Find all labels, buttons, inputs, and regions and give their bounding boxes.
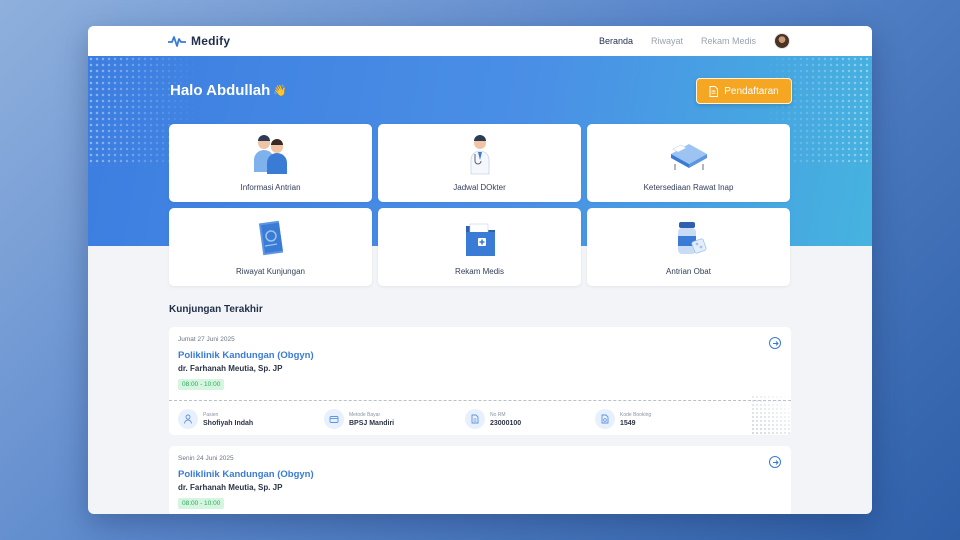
tile-antrian-obat[interactable]: Antrian Obat — [587, 208, 790, 286]
meta-value: BPSJ Mandiri — [349, 419, 395, 427]
document-icon — [709, 85, 719, 97]
meta-value: 1549 — [620, 419, 636, 427]
medicine-icon — [677, 222, 707, 254]
tile-riwayat-kunjungan[interactable]: Riwayat Kunjungan — [169, 208, 372, 286]
wallet-icon — [324, 409, 344, 429]
document-scroll-icon — [258, 220, 283, 256]
meta-value: Shofiyah Indah — [203, 419, 254, 427]
tile-ketersediaan-rawat-inap[interactable]: Ketersediaan Rawat Inap — [587, 124, 790, 202]
brand-name: Medify — [191, 34, 231, 48]
card-dot-pattern — [751, 395, 791, 435]
waving-hand-icon: 👋 — [273, 85, 287, 97]
tile-rekam-medis[interactable]: Rekam Medis — [378, 208, 581, 286]
tile-label: Ketersediaan Rawat Inap — [643, 183, 734, 192]
tile-label: Riwayat Kunjungan — [236, 267, 305, 276]
file-icon — [465, 409, 485, 429]
hospital-bed-icon — [670, 144, 707, 170]
tile-label: Jadwal DOkter — [453, 183, 506, 192]
pulse-logo-icon — [168, 36, 186, 47]
user-icon — [178, 409, 198, 429]
section-title-kunjungan: Kunjungan Terakhir — [169, 304, 263, 315]
menu-tiles: Informasi Antrian Jadwal DOkter Ketersed… — [169, 124, 791, 286]
visit-doctor: dr. Farhanah Meutia, Sp. JP — [178, 483, 283, 492]
meta-label: Pasien — [203, 411, 219, 418]
user-avatar[interactable] — [774, 33, 790, 49]
people-icon — [253, 135, 287, 174]
main-nav: Beranda Riwayat Rekam Medis — [599, 33, 790, 49]
tile-label: Antrian Obat — [666, 267, 711, 276]
card-divider — [169, 400, 791, 401]
meta-label: Metode Bayar — [349, 411, 381, 418]
nav-item-beranda[interactable]: Beranda — [599, 36, 633, 46]
arrow-right-icon[interactable] — [769, 337, 781, 349]
tile-label: Informasi Antrian — [240, 183, 301, 192]
tile-informasi-antrian[interactable]: Informasi Antrian — [169, 124, 372, 202]
visit-time-badge: 08:00 - 10:00 — [178, 379, 225, 390]
top-navbar: Medify Beranda Riwayat Rekam Medis — [88, 26, 872, 56]
medical-folder-icon — [465, 223, 495, 256]
detail-patient: Pasien Shofiyah Indah — [178, 409, 324, 429]
visit-details: Pasien Shofiyah Indah Metode Bayar BPSJ … — [178, 409, 782, 429]
nav-item-rekam-medis[interactable]: Rekam Medis — [701, 36, 756, 46]
visit-clinic: Poliklinik Kandungan (Obgyn) — [178, 469, 314, 480]
app-window: Medify Beranda Riwayat Rekam Medis Halo … — [88, 26, 872, 514]
meta-value: 23000100 — [490, 419, 522, 427]
visit-date: Senin 24 Juni 2025 — [178, 455, 234, 462]
pendaftaran-label: Pendaftaran — [724, 85, 779, 97]
nav-item-riwayat[interactable]: Riwayat — [651, 36, 683, 46]
brand-logo[interactable]: Medify — [168, 34, 230, 48]
visit-date: Jumat 27 Juni 2025 — [178, 336, 235, 343]
visit-card[interactable]: Jumat 27 Juni 2025 Poliklinik Kandungan … — [169, 327, 791, 435]
greeting-heading: Halo Abdullah 👋 — [170, 82, 287, 99]
arrow-right-icon[interactable] — [769, 456, 781, 468]
visit-time-badge: 08:00 - 10:00 — [178, 498, 225, 509]
detail-booking: Kode Booking 1549 — [595, 409, 651, 429]
greeting-text: Halo Abdullah — [170, 82, 271, 99]
meta-label: Kode Booking — [620, 411, 652, 418]
visit-clinic: Poliklinik Kandungan (Obgyn) — [178, 350, 314, 361]
visit-card[interactable]: Senin 24 Juni 2025 Poliklinik Kandungan … — [169, 446, 791, 514]
doctor-icon — [470, 135, 489, 175]
visit-doctor: dr. Farhanah Meutia, Sp. JP — [178, 364, 283, 373]
booking-code-icon — [595, 409, 615, 429]
detail-payment: Metode Bayar BPSJ Mandiri — [324, 409, 465, 429]
pendaftaran-button[interactable]: Pendaftaran — [696, 78, 792, 104]
meta-label: No RM — [490, 411, 506, 418]
detail-rm: No RM 23000100 — [465, 409, 595, 429]
tile-label: Rekam Medis — [455, 267, 504, 276]
tile-jadwal-dokter[interactable]: Jadwal DOkter — [378, 124, 581, 202]
